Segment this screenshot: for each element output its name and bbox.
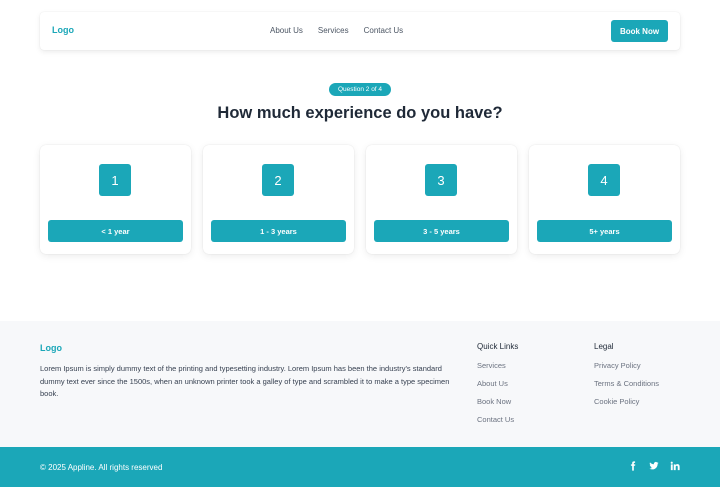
option-button[interactable]: 1 - 3 years [211,220,346,242]
nav-link-services[interactable]: Services [318,26,349,35]
option-card-2[interactable]: 2 1 - 3 years [203,145,354,254]
option-number: 3 [425,164,457,196]
option-button[interactable]: 3 - 5 years [374,220,509,242]
question-title: How much experience do you have? [217,104,503,122]
bottom-bar: © 2025 Appline. All rights reserved [0,447,720,487]
footer-link-book[interactable]: Book Now [477,397,518,406]
footer-logo[interactable]: Logo [40,343,62,353]
navbar: Logo About Us Services Contact Us Book N… [40,12,680,50]
option-number: 1 [99,164,131,196]
legal-title: Legal [594,342,614,351]
facebook-icon[interactable] [628,461,638,471]
footer-link-services[interactable]: Services [477,361,518,370]
option-button[interactable]: 5+ years [537,220,672,242]
nav-logo[interactable]: Logo [52,25,74,35]
nav-links: About Us Services Contact Us [270,26,403,35]
option-number: 4 [588,164,620,196]
footer: Logo Lorem Ipsum is simply dummy text of… [0,321,720,447]
nav-link-about[interactable]: About Us [270,26,303,35]
linkedin-icon[interactable] [670,461,680,471]
copyright-text: © 2025 Appline. All rights reserved [40,463,163,472]
quick-links-column: Quick Links Services About Us Book Now C… [477,342,518,433]
twitter-icon[interactable] [649,461,659,471]
legal-column: Legal Privacy Policy Terms & Conditions … [594,342,659,415]
footer-link-contact[interactable]: Contact Us [477,415,518,424]
footer-description: Lorem Ipsum is simply dummy text of the … [40,364,450,398]
nav-link-contact[interactable]: Contact Us [364,26,404,35]
option-card-1[interactable]: 1 < 1 year [40,145,191,254]
option-card-4[interactable]: 4 5+ years [529,145,680,254]
social-links [628,461,680,471]
question-progress-badge: Question 2 of 4 [329,83,391,96]
book-now-button[interactable]: Book Now [611,20,668,42]
quick-links-title: Quick Links [477,342,519,351]
option-number: 2 [262,164,294,196]
option-button[interactable]: < 1 year [48,220,183,242]
footer-link-cookie[interactable]: Cookie Policy [594,397,659,406]
footer-link-about[interactable]: About Us [477,379,518,388]
option-card-3[interactable]: 3 3 - 5 years [366,145,517,254]
footer-link-terms[interactable]: Terms & Conditions [594,379,659,388]
footer-link-privacy[interactable]: Privacy Policy [594,361,659,370]
